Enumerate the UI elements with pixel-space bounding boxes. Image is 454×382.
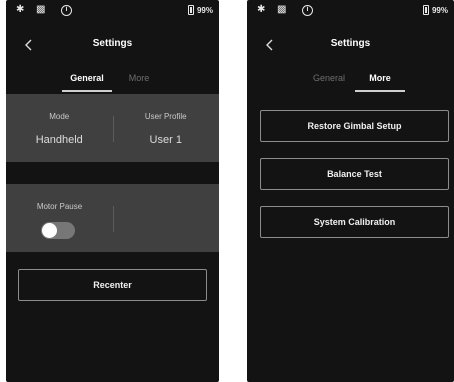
battery-percent: 99%	[196, 5, 213, 15]
user-profile-label: User Profile	[144, 112, 187, 121]
tab-general[interactable]: General	[62, 70, 112, 92]
bluetooth-icon: ✱	[16, 4, 25, 15]
gimbal-icon: ▩	[277, 4, 287, 15]
motor-pause-toggle[interactable]	[41, 222, 75, 239]
user-profile-selector[interactable]: User Profile User 1	[113, 94, 220, 162]
battery-percent: 99%	[431, 5, 448, 15]
status-bar: ✱ ▩ i 99%	[247, 0, 454, 22]
phone-screen-more: ✱ ▩ i 99% Settings General More Restore …	[247, 0, 454, 382]
panel-divider	[113, 206, 114, 232]
tab-general[interactable]: General	[304, 70, 354, 86]
page-title: Settings	[330, 38, 371, 49]
phone-screen-general: ✱ ▩ i 99% Settings General More Mode Han…	[6, 0, 219, 382]
gimbal-icon: ▩	[36, 4, 46, 15]
battery-icon	[422, 5, 429, 15]
restore-gimbal-setup-button[interactable]: Restore Gimbal Setup	[260, 110, 449, 142]
tab-bar: General More	[6, 70, 219, 94]
mode-profile-panel: Mode Handheld User Profile User 1	[6, 94, 219, 162]
battery-icon	[187, 5, 194, 15]
battery-status: 99%	[187, 5, 213, 15]
tab-more[interactable]: More	[355, 70, 405, 92]
mode-value: Handheld	[35, 134, 83, 146]
motor-pause-label: Motor Pause	[36, 202, 83, 211]
mode-label: Mode	[49, 112, 70, 121]
status-bar: ✱ ▩ i 99%	[6, 0, 219, 22]
user-profile-value: User 1	[149, 134, 182, 146]
info-icon: i	[302, 5, 313, 16]
toggle-knob	[42, 223, 57, 238]
tab-bar: General More	[247, 70, 454, 94]
balance-test-button[interactable]: Balance Test	[260, 158, 449, 190]
info-icon: i	[61, 5, 72, 16]
recenter-button[interactable]: Recenter	[18, 269, 207, 301]
page-title: Settings	[92, 38, 133, 49]
tab-more[interactable]: More	[114, 70, 164, 86]
battery-status: 99%	[422, 5, 448, 15]
system-calibration-button[interactable]: System Calibration	[260, 206, 449, 238]
bluetooth-icon: ✱	[257, 4, 266, 15]
mode-selector[interactable]: Mode Handheld	[6, 94, 113, 162]
motor-pause-panel: Motor Pause	[6, 184, 219, 252]
